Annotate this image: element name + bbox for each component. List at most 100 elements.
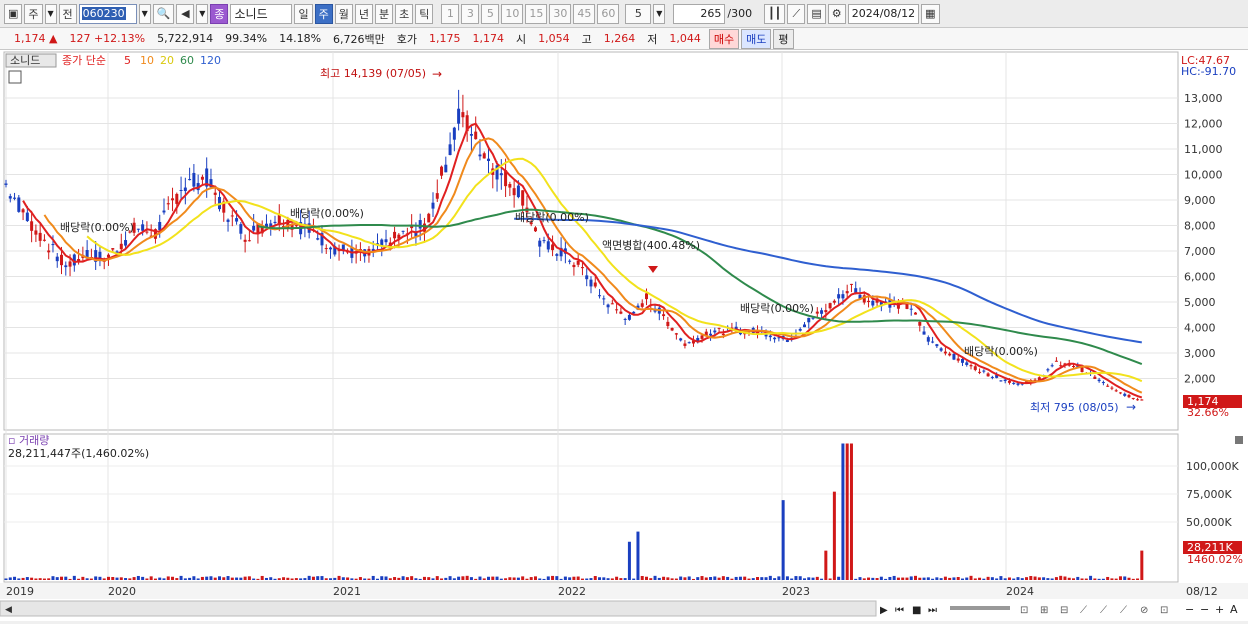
horizontal-scrollbar[interactable] [0, 600, 877, 617]
grid-toggle-icon[interactable] [8, 70, 22, 84]
volume-bar [64, 576, 68, 580]
sell-button[interactable]: 매도 [741, 28, 772, 49]
volume-bar [183, 578, 187, 580]
count-dropdown-icon[interactable]: ▼ [653, 3, 666, 24]
num-15[interactable]: 15 [525, 3, 548, 24]
stop-icon[interactable]: ■ [912, 605, 921, 616]
window-icon[interactable]: ▣ [4, 3, 23, 24]
interval-second[interactable]: 초 [395, 3, 414, 24]
candle-body [1101, 382, 1105, 384]
volume-bar [218, 576, 221, 580]
prev-button[interactable]: 전 [58, 3, 77, 24]
volume-bar [696, 577, 700, 580]
num-60[interactable]: 60 [597, 3, 620, 24]
volume-bar [914, 575, 918, 580]
volume-bar [828, 578, 832, 580]
volume-pct-tag: 1460.02% [1187, 553, 1243, 566]
volume-bar [1076, 576, 1080, 580]
volume-bar [713, 576, 717, 580]
candle-body [585, 275, 589, 280]
candle-body [832, 300, 836, 303]
candle-body [914, 312, 918, 315]
stock-name-field[interactable]: 소니드 [230, 3, 293, 24]
open-label: 시 [516, 32, 527, 46]
ma-legend-5: 5 [124, 54, 131, 67]
tool-icon-8[interactable]: ⊡ [1160, 605, 1168, 616]
interval-month[interactable]: 월 [334, 3, 353, 24]
volume-bar [811, 577, 815, 580]
candle-body [239, 224, 243, 234]
period-type-select[interactable]: 주 [24, 3, 43, 24]
rewind-icon[interactable]: ⏮ [895, 605, 904, 616]
tool-icon-4[interactable]: ⟋ [1080, 605, 1087, 616]
tool-icon-5[interactable]: ⟋ [1100, 605, 1107, 616]
candle-type-icon[interactable]: ┃┃ [764, 3, 786, 24]
volume-bar [149, 576, 153, 580]
candle-body [572, 264, 576, 268]
range-input[interactable]: 265 [673, 3, 726, 24]
candle-body [487, 158, 491, 162]
speaker-icon[interactable]: ◀ [176, 3, 195, 24]
candle-body [598, 295, 602, 297]
interval-tick[interactable]: 틱 [415, 3, 434, 24]
eval-button[interactable]: 평 [773, 28, 794, 49]
candle-body [1007, 380, 1011, 383]
chevron-down-icon[interactable]: ▼ [44, 3, 57, 24]
speaker-dropdown-icon[interactable]: ▼ [196, 3, 209, 24]
date-input[interactable]: 2024/08/12 [847, 3, 920, 24]
num-30[interactable]: 30 [549, 3, 572, 24]
gear-icon[interactable]: ⚙ [827, 3, 846, 24]
code-dropdown-icon[interactable]: ▼ [138, 3, 151, 24]
volume-bar [81, 576, 85, 580]
volume-bar [1033, 576, 1037, 580]
chart-toolbar: ▣ 주 ▼ 전 060230 ▼ 🔍 ◀ ▼ 종 소니드 일 주 월 년 분 초… [0, 0, 1248, 28]
price-tick: 4,000 [1184, 322, 1216, 335]
buy-button[interactable]: 매수 [708, 28, 740, 49]
volume-bar [136, 575, 140, 580]
draw-tool-icon[interactable]: ⟋ [787, 3, 806, 24]
num-1[interactable]: 1 [441, 3, 460, 24]
interval-year[interactable]: 년 [354, 3, 373, 24]
tool-icon-6[interactable]: ⟋ [1120, 605, 1127, 616]
candle-body [602, 298, 606, 300]
interval-week[interactable]: 주 [314, 3, 333, 24]
forward-icon[interactable]: ⏭ [928, 605, 937, 616]
candle-body [418, 220, 422, 229]
volume-bar [358, 577, 362, 580]
num-10[interactable]: 10 [501, 3, 524, 24]
volume-close-icon[interactable] [1235, 436, 1243, 444]
stock-code-input[interactable]: 060230 [78, 3, 137, 24]
volume-bar [158, 577, 162, 580]
volume-bar [260, 575, 264, 580]
zoom-in-icon[interactable]: + [1215, 603, 1224, 616]
volume-bar [858, 577, 862, 580]
interval-day[interactable]: 일 [294, 3, 313, 24]
num-3[interactable]: 3 [461, 3, 480, 24]
tool-icon-2[interactable]: ⊞ [1040, 605, 1048, 616]
scroll-left-icon[interactable]: ◀ [5, 605, 12, 615]
quote-info-bar: 1,174 ▲ 127 +12.13% 5,722,914 99.34% 14.… [0, 28, 1248, 50]
zoom-out-icon[interactable]: − [1185, 603, 1194, 616]
font-size-icon[interactable]: A [1230, 603, 1238, 616]
zoom-slider[interactable] [950, 606, 1010, 610]
volume-bar [854, 578, 858, 580]
count-select[interactable]: 5 [625, 3, 652, 24]
play-icon[interactable]: ▶ [880, 605, 888, 616]
candle-body [499, 173, 503, 176]
num-45[interactable]: 45 [573, 3, 596, 24]
candle-body [1118, 392, 1122, 394]
tool-icon-7[interactable]: ⊘ [1140, 605, 1148, 616]
minus-icon[interactable]: − [1200, 603, 1209, 616]
save-icon[interactable]: ▤ [807, 3, 826, 24]
interval-minute[interactable]: 분 [374, 3, 394, 24]
search-icon[interactable]: 🔍 [152, 3, 175, 24]
tool-icon-1[interactable]: ⊡ [1020, 605, 1028, 616]
volume-bar [1072, 578, 1075, 580]
volume-bar [346, 577, 350, 580]
volume-bar [982, 578, 986, 580]
calendar-icon[interactable]: ▦ [921, 3, 940, 24]
candle-body [341, 244, 345, 250]
tool-icon-3[interactable]: ⊟ [1060, 605, 1068, 616]
price-tick: 12,000 [1184, 118, 1223, 131]
num-5[interactable]: 5 [481, 3, 500, 24]
